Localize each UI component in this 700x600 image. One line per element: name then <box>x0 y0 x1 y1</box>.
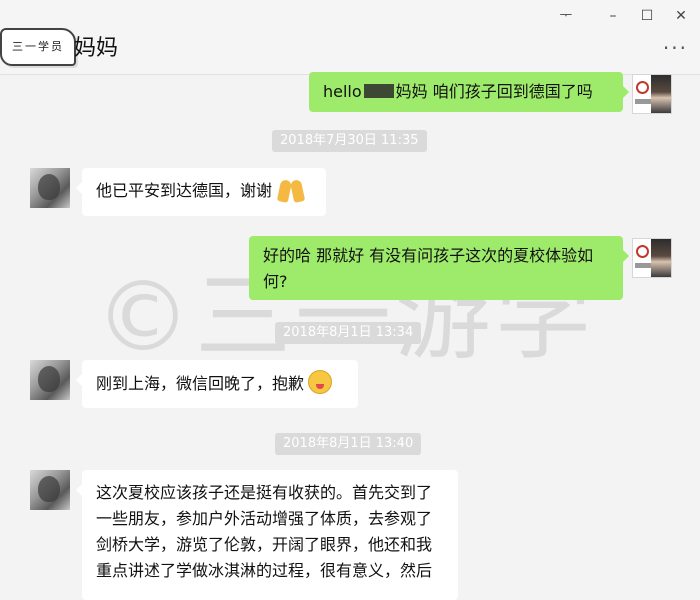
close-icon[interactable]: ✕ <box>671 6 691 26</box>
contact-avatar[interactable] <box>30 360 70 400</box>
message-text: 这次夏校应该孩子还是挺有收获的。首先交到了一些朋友，参加户外活动增强了体质，去参… <box>96 483 433 580</box>
contact-avatar[interactable] <box>30 168 70 208</box>
message-text: 好的哈 那就好 有没有问孩子这次的夏校体验如何? <box>263 246 594 291</box>
avatar-photo <box>651 239 671 277</box>
message-text: 刚到上海，微信回晚了，抱歉 <box>96 374 305 393</box>
message-bubble-incoming[interactable]: 这次夏校应该孩子还是挺有收获的。首先交到了一些朋友，参加户外活动增强了体质，去参… <box>76 470 458 600</box>
redacted-name <box>363 84 394 98</box>
self-avatar[interactable] <box>632 238 672 278</box>
message-bubble-outgoing[interactable]: hello 妈妈 咱们孩子回到德国了吗 <box>309 72 629 112</box>
message-bubble-incoming[interactable]: 刚到上海，微信回晚了，抱歉 <box>76 360 358 408</box>
timestamp: 2018年8月1日 13:34 <box>275 322 422 344</box>
logo-icon <box>636 81 649 94</box>
self-avatar[interactable] <box>632 74 672 114</box>
pray-emoji-icon <box>278 178 304 202</box>
message-text: 妈妈 咱们孩子回到德国了吗 <box>395 82 593 101</box>
pin-icon[interactable]: ᅮ <box>556 6 576 26</box>
maximize-icon[interactable]: ☐ <box>637 6 657 26</box>
avatar-caption <box>635 263 651 268</box>
contact-avatar[interactable] <box>30 470 70 510</box>
chat-header: 三一学员 妈妈 ᅮ – ☐ ✕ ··· <box>0 0 700 75</box>
avatar-caption <box>635 99 651 104</box>
message-text: hello <box>323 82 362 101</box>
message-text: 他已平安到达德国，谢谢 <box>96 181 273 200</box>
timestamp: 2018年7月30日 11:35 <box>272 130 427 152</box>
logo-icon <box>636 245 649 258</box>
chat-title: 妈妈 <box>74 36 119 61</box>
message-bubble-incoming[interactable]: 他已平安到达德国，谢谢 <box>76 168 326 216</box>
tongue-face-emoji-icon <box>308 370 333 394</box>
group-badge: 三一学员 <box>0 28 76 66</box>
message-bubble-outgoing[interactable]: 好的哈 那就好 有没有问孩子这次的夏校体验如何? <box>249 236 629 300</box>
more-options-icon[interactable]: ··· <box>663 36 688 60</box>
avatar-photo <box>651 75 671 113</box>
timestamp: 2018年8月1日 13:40 <box>275 433 422 455</box>
minimize-icon[interactable]: – <box>603 6 623 26</box>
